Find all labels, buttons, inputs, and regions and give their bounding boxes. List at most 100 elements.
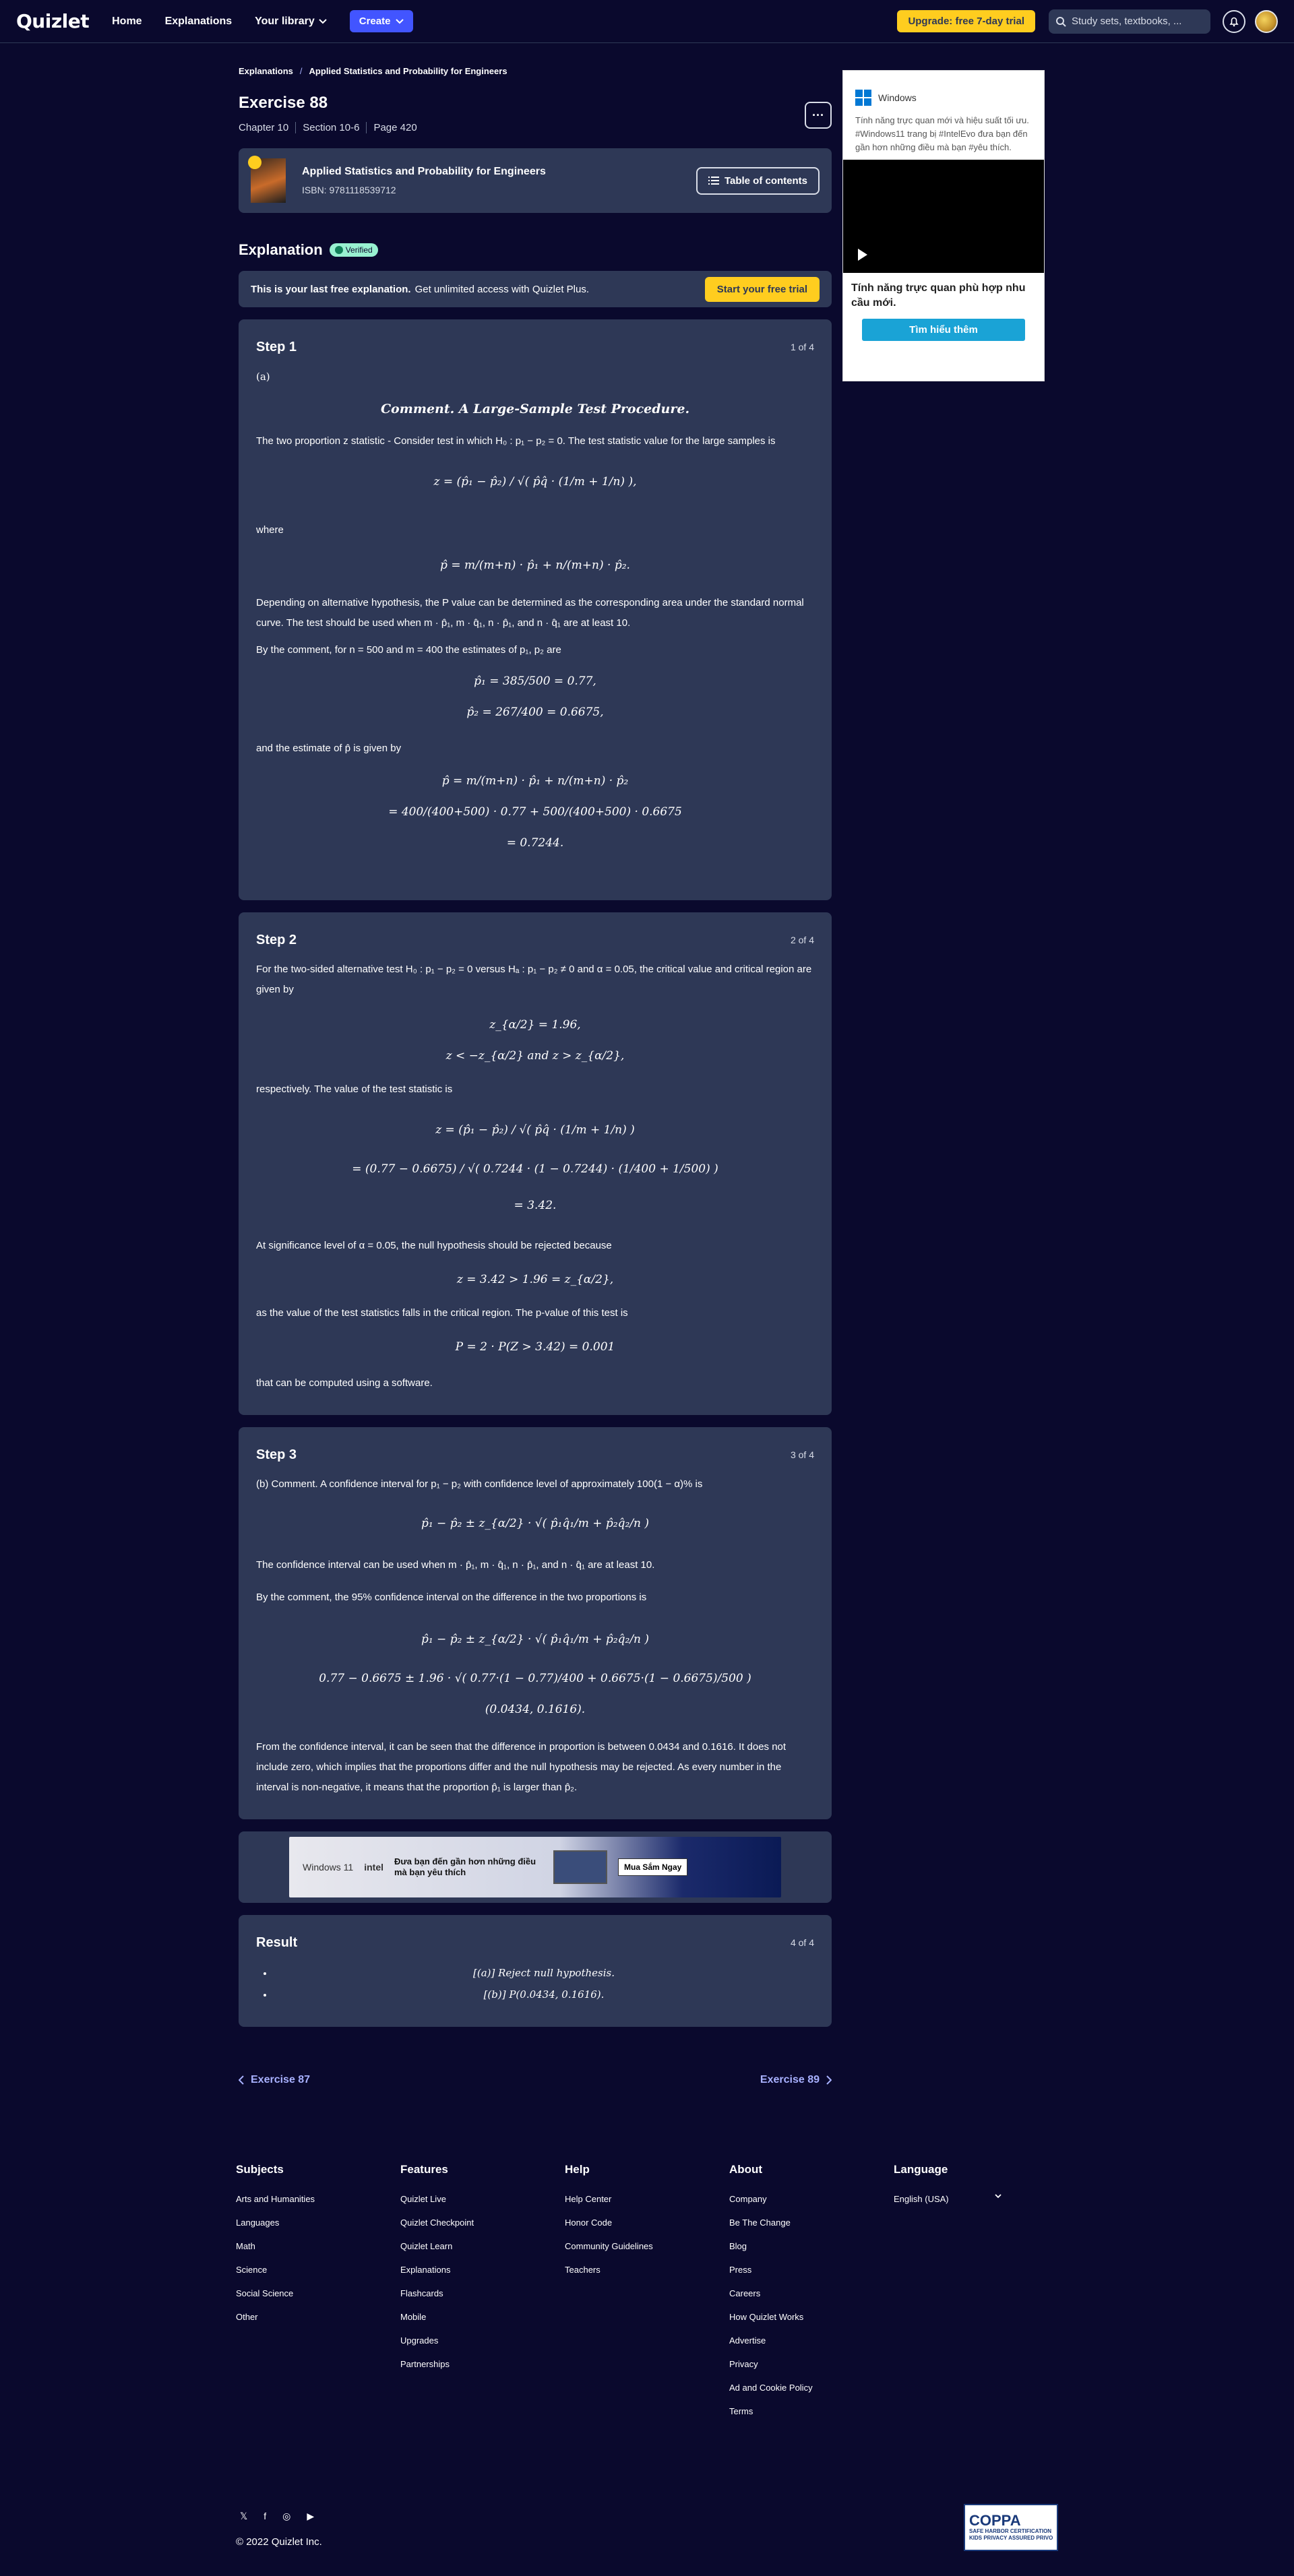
previous-exercise-link[interactable]: Exercise 87 [239, 2074, 310, 2086]
footer-link[interactable]: Quizlet Learn [400, 2241, 565, 2251]
footer-link[interactable]: Quizlet Checkpoint [400, 2218, 565, 2228]
step-count: 4 of 4 [790, 1937, 814, 1948]
footer-link[interactable]: Upgrades [400, 2335, 565, 2346]
list-item: [(b)] P(0.0434, 0.1616). [274, 1984, 814, 2005]
step-2: Step 2 2 of 4 For the two-sided alternat… [239, 912, 832, 1415]
notifications-button[interactable] [1223, 9, 1245, 33]
paragraph: (b) Comment. A confidence interval for p… [256, 1478, 703, 1490]
footer-link[interactable]: Math [236, 2241, 400, 2251]
footer-link[interactable]: Privacy [729, 2359, 894, 2369]
ad-tagline: Tính năng trực quan phù hợp nhu cầu mới. [851, 282, 1026, 309]
nav-explanations[interactable]: Explanations [165, 15, 233, 28]
ad-shop-button[interactable]: Mua Sắm Ngay [618, 1858, 688, 1876]
footer-link[interactable]: How Quizlet Works [729, 2312, 894, 2322]
paragraph: and the estimate of p̂ is given by [256, 743, 402, 754]
footer-link[interactable]: Community Guidelines [565, 2241, 729, 2251]
twitter-icon[interactable]: 𝕏 [240, 2511, 247, 2522]
ad-text: Đưa bạn đến gần hơn những điều mà bạn yê… [394, 1856, 536, 1877]
equation: z = (p̂₁ − p̂₂) / √( p̂q̂ · (1/m + 1/n) … [435, 1123, 635, 1137]
ad-banner[interactable]: Windows 11 intel Đưa bạn đến gần hơn nhữ… [239, 1831, 832, 1903]
result-list: [(a)] Reject null hypothesis. [(b)] P(0.… [256, 1962, 814, 2005]
exercise-pager: Exercise 87 Exercise 89 [239, 2074, 832, 2086]
chevron-down-icon [396, 18, 404, 24]
upgrade-button[interactable]: Upgrade: free 7-day trial [897, 10, 1035, 32]
equation: p̂₂ = 267/400 = 0.6675, [466, 705, 604, 719]
footer-link[interactable]: Teachers [565, 2265, 729, 2275]
footer-link[interactable]: Help Center [565, 2194, 729, 2204]
footer-link[interactable]: Advertise [729, 2335, 894, 2346]
footer-language: Language English (USA) [894, 2163, 1058, 2430]
breadcrumb-book[interactable]: Applied Statistics and Probability for E… [309, 66, 507, 76]
next-exercise-link[interactable]: Exercise 89 [760, 2074, 832, 2086]
step-title: Step 3 [256, 1447, 297, 1462]
breadcrumb-explanations[interactable]: Explanations [239, 66, 293, 76]
footer-features: Features Quizlet Live Quizlet Checkpoint… [400, 2163, 565, 2430]
play-icon[interactable] [858, 249, 867, 261]
footer-link[interactable]: Be The Change [729, 2218, 894, 2228]
equation: p̂ = m/(m+n) · p̂₁ + n/(m+n) · p̂₂ [441, 774, 629, 788]
footer-help: Help Help Center Honor Code Community Gu… [565, 2163, 729, 2430]
more-options-button[interactable]: ··· [805, 102, 832, 129]
footer-link[interactable]: Quizlet Live [400, 2194, 565, 2204]
ad-video[interactable] [843, 160, 1044, 273]
side-ad[interactable]: Windows Tính năng trực quan mới và hiệu … [842, 70, 1045, 381]
footer-link[interactable]: Ad and Cookie Policy [729, 2383, 894, 2393]
exercise-meta: Chapter 10 Section 10-6 Page 420 [239, 122, 417, 133]
explanation-heading: Explanation [239, 241, 323, 258]
footer-link[interactable]: Explanations [400, 2265, 565, 2275]
footer-link[interactable]: Science [236, 2265, 400, 2275]
coppa-badge[interactable]: COPPA SAFE HARBOR CERTIFICATION KIDS PRI… [964, 2504, 1058, 2551]
comment-heading: Comment. A Large-Sample Test Procedure. [380, 402, 690, 416]
search-input[interactable]: Study sets, textbooks, ... [1049, 9, 1210, 34]
search-placeholder: Study sets, textbooks, ... [1072, 15, 1182, 27]
footer-link[interactable]: Languages [236, 2218, 400, 2228]
paragraph: From the confidence interval, it can be … [256, 1741, 787, 1793]
section-label: Section 10-6 [303, 122, 360, 133]
facebook-icon[interactable]: f [264, 2511, 266, 2522]
equation: (0.0434, 0.1616). [485, 1703, 586, 1716]
equation: p̂₁ − p̂₂ ± z_{α/2} · √( p̂₁q̂₁/m + p̂₂q… [421, 1633, 650, 1646]
paragraph: By the comment, the 95% confidence inter… [256, 1592, 647, 1603]
paragraph: as the value of the test statistics fall… [256, 1307, 628, 1319]
search-icon [1056, 16, 1066, 27]
equation: 0.77 − 0.6675 ± 1.96 · √( 0.77·(1 − 0.77… [319, 1672, 751, 1685]
youtube-icon[interactable]: ▶ [307, 2511, 314, 2522]
paragraph: that can be computed using a software. [256, 1377, 433, 1389]
ad-brand-windows: Windows 11 [303, 1862, 354, 1873]
ad-creative[interactable]: Windows 11 intel Đưa bạn đến gần hơn nhữ… [289, 1837, 781, 1897]
breadcrumb: Explanations / Applied Statistics and Pr… [239, 66, 507, 76]
footer-link[interactable]: Partnerships [400, 2359, 565, 2369]
avatar[interactable] [1255, 9, 1278, 33]
footer-link[interactable]: Blog [729, 2241, 894, 2251]
equation: = (0.77 − 0.6675) / √( 0.7244 · (1 − 0.7… [352, 1162, 718, 1176]
language-select[interactable]: English (USA) [894, 2194, 1002, 2204]
result-title: Result [256, 1935, 298, 1950]
footer-link[interactable]: Flashcards [400, 2288, 565, 2298]
footer-link[interactable]: Arts and Humanities [236, 2194, 400, 2204]
footer: Subjects Arts and Humanities Languages M… [236, 2163, 1092, 2430]
footer-link[interactable]: Careers [729, 2288, 894, 2298]
start-free-trial-button[interactable]: Start your free trial [704, 276, 820, 302]
toc-label: Table of contents [724, 175, 807, 187]
instagram-icon[interactable]: ◎ [282, 2511, 290, 2522]
copyright: © 2022 Quizlet Inc. [236, 2536, 322, 2548]
table-of-contents-button[interactable]: Table of contents [696, 166, 820, 195]
footer-link[interactable]: Press [729, 2265, 894, 2275]
book-card[interactable]: Applied Statistics and Probability for E… [239, 148, 832, 213]
ad-learn-more-button[interactable]: Tìm hiểu thêm [862, 319, 1025, 341]
footer-link[interactable]: Honor Code [565, 2218, 729, 2228]
footer-about: About Company Be The Change Blog Press C… [729, 2163, 894, 2430]
footer-link[interactable]: Terms [729, 2406, 894, 2416]
footer-link[interactable]: Company [729, 2194, 894, 2204]
create-button[interactable]: Create [349, 10, 414, 32]
verified-badge: Verified [329, 243, 378, 257]
footer-link[interactable]: Mobile [400, 2312, 565, 2322]
nav-your-library-label: Your library [255, 15, 315, 27]
footer-link[interactable]: Other [236, 2312, 400, 2322]
book-title: Applied Statistics and Probability for E… [302, 166, 546, 177]
footer-link[interactable]: Social Science [236, 2288, 400, 2298]
nav-home[interactable]: Home [112, 15, 142, 28]
nav-your-library[interactable]: Your library [255, 15, 327, 28]
quizlet-logo[interactable]: Quizlet [16, 10, 90, 32]
ad-brand: Windows [878, 92, 917, 103]
